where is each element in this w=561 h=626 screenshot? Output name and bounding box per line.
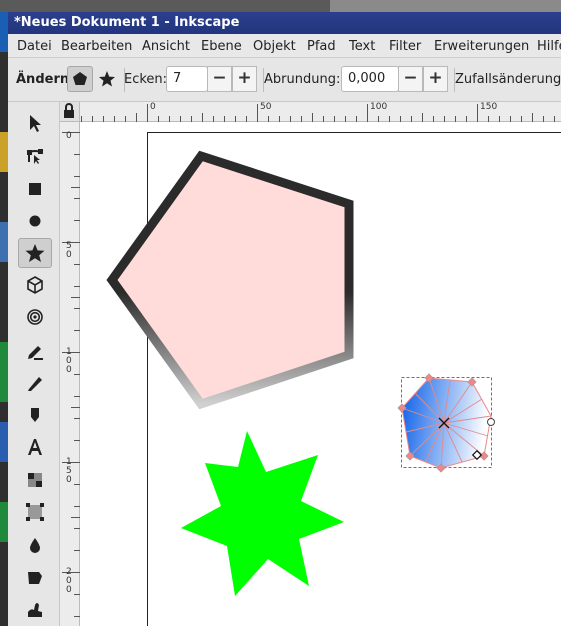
ruler-label: 2 0 0 [66,567,72,595]
desktop-dock-sliver [0,12,8,626]
lock-icon [64,103,74,118]
calligraphy-icon [31,408,39,422]
rounding-label: Abrundung: [264,72,341,87]
circle-icon [29,215,41,227]
arrow-cursor-icon [30,115,41,132]
menu-filter[interactable]: Filter [389,34,421,58]
spiral-tool[interactable] [18,302,52,332]
spiral-icon [27,309,43,325]
text-tool[interactable] [18,432,52,462]
star-icon [25,244,45,262]
ruler-label: 100 [370,102,388,112]
change-label: Ändern: [16,72,75,87]
bucket-icon [28,572,42,584]
selected-heptagon-shape[interactable] [397,373,495,473]
gradient-icon [28,473,42,487]
menu-hilfe[interactable]: Hilfe [537,34,561,58]
corners-increment-button[interactable]: + [232,66,257,92]
node-edit-icon [27,149,43,164]
star-mode-icon [99,71,115,87]
rectangle-icon [29,183,41,195]
gradient-tool[interactable] [18,465,52,495]
corners-label: Ecken: [124,72,168,87]
menu-ansicht[interactable]: Ansicht [142,34,190,58]
menu-ebene[interactable]: Ebene [201,34,242,58]
rounding-input[interactable]: 0,000 [341,66,399,92]
menubar: Datei Bearbeiten Ansicht Ebene Objekt Pf… [8,34,561,58]
gradient-end-handle[interactable] [487,418,495,426]
ellipse-tool[interactable] [18,206,52,236]
star-tool[interactable] [18,238,52,268]
paint-bucket-tool[interactable] [18,562,52,592]
menu-objekt[interactable]: Objekt [253,34,296,58]
mesh-tool[interactable] [18,497,52,527]
selector-tool[interactable] [18,108,52,138]
menu-datei[interactable]: Datei [17,34,52,58]
window-title: *Neues Dokument 1 - Inkscape [8,12,561,34]
node-tool[interactable] [18,141,52,171]
drop-icon [30,538,40,553]
randomize-label: Zufallsänderung: [455,72,561,87]
background-window-strip [0,0,561,12]
pencil-icon [28,346,43,360]
rounding-decrement-button[interactable]: − [398,66,423,92]
vertical-ruler[interactable]: 0 5 0 1 0 0 1 5 0 2 0 0 [60,122,80,626]
tweak-tool[interactable] [18,594,52,624]
guide-lock-button[interactable] [60,102,80,122]
dropper-tool[interactable] [18,530,52,560]
menu-text[interactable]: Text [349,34,375,58]
horizontal-ruler[interactable]: 0 50 100 150 [80,102,561,122]
ruler-label: 150 [480,102,498,112]
menu-erweiterungen[interactable]: Erweiterungen [434,34,529,58]
cube-icon [27,276,43,294]
green-star-shape[interactable] [181,431,344,596]
polygon-mode-button[interactable] [67,66,93,92]
corners-decrement-button[interactable]: − [207,66,232,92]
ruler-label: 1 0 0 [66,347,72,375]
calligraphy-tool[interactable] [18,400,52,430]
ruler-label: 5 0 [66,241,72,260]
ruler-label: 50 [260,102,272,112]
text-icon [28,439,42,455]
3d-box-tool[interactable] [18,270,52,300]
drawing-canvas[interactable] [80,122,561,626]
tool-controls-bar: Ändern: Ecken: 7 − + Abrundung: 0,000 − … [8,58,561,102]
polygon-icon [73,72,87,85]
pen-icon [28,377,42,391]
pencil-tool[interactable] [18,336,52,366]
tweak-icon [28,603,42,617]
ruler-label: 1 5 0 [66,457,72,485]
pen-tool[interactable] [18,368,52,398]
star-mode-button[interactable] [95,66,119,92]
corners-input[interactable]: 7 [166,66,208,92]
ruler-label: 0 [150,102,156,112]
menu-bearbeiten[interactable]: Bearbeiten [61,34,132,58]
menu-pfad[interactable]: Pfad [307,34,336,58]
toolbox [8,102,60,626]
rounding-increment-button[interactable]: + [423,66,448,92]
rectangle-tool[interactable] [18,174,52,204]
ruler-label: 0 [66,131,72,141]
mesh-icon [26,503,44,521]
